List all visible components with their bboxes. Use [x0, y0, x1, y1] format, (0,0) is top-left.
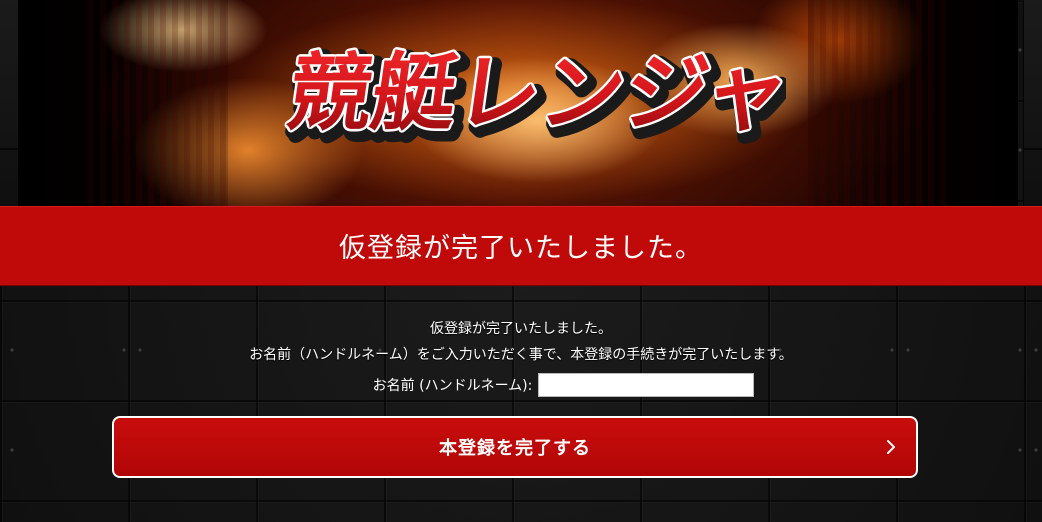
- completion-banner: 仮登録が完了いたしました。: [0, 206, 1042, 286]
- left-frame-strip: [0, 0, 19, 210]
- hero-fire-banner: 競艇レンジャ 競艇レンジャ: [18, 0, 1018, 208]
- complete-registration-button[interactable]: 本登録を完了する: [112, 416, 918, 478]
- message-area: 仮登録が完了いたしました。 お名前（ハンドルネーム）をご入力いただく事で、本登録…: [0, 316, 1042, 368]
- banner-title: 仮登録が完了いたしました。: [339, 232, 703, 264]
- site-logo: 競艇レンジャ 競艇レンジャ: [266, 42, 786, 152]
- right-frame-strip: [1023, 0, 1042, 210]
- handle-name-input[interactable]: [538, 373, 755, 397]
- name-field-label: お名前 (ハンドルネーム):: [372, 378, 533, 394]
- message-line-1: 仮登録が完了いたしました。: [430, 321, 612, 337]
- message-line-2: お名前（ハンドルネーム）をご入力いただく事で、本登録の手続きが完了いたします。: [249, 347, 793, 363]
- logo-text: 競艇レンジャ: [282, 44, 786, 142]
- chevron-right-icon: [887, 440, 895, 454]
- name-form-row: お名前 (ハンドルネーム):: [0, 373, 1042, 397]
- page: 競艇レンジャ 競艇レンジャ 仮登録が完了いたしました。 仮登録が完了いたしました…: [0, 0, 1042, 522]
- submit-button-label: 本登録を完了する: [439, 438, 591, 459]
